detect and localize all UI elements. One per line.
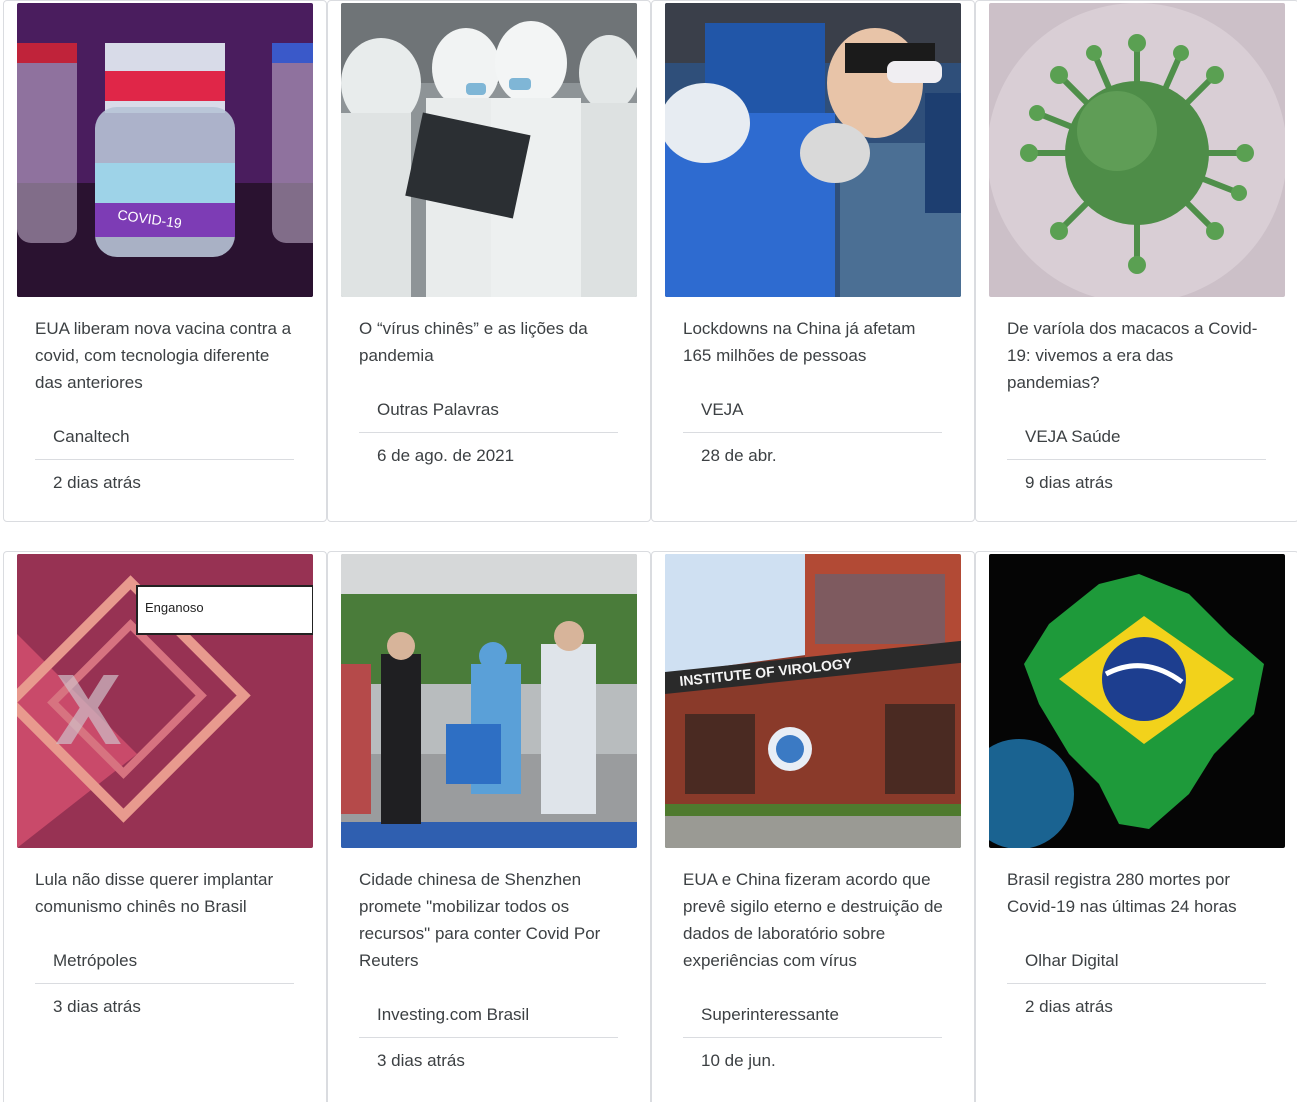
article-meta: VEJA 28 de abr. — [683, 388, 942, 478]
article-meta: Outras Palavras 6 de ago. de 2021 — [359, 388, 618, 478]
article-source: VEJA — [683, 388, 942, 433]
doctors-in-protective-suits-image[interactable] — [341, 3, 637, 297]
news-card[interactable]: COVID-19 EUA liberam nova vacina contra … — [3, 0, 327, 522]
covid-vaccine-vials-image[interactable]: COVID-19 — [17, 3, 313, 297]
article-title[interactable]: Brasil registra 280 mortes por Covid-19 … — [1007, 866, 1269, 920]
article-meta: Canaltech 2 dias atrás — [35, 415, 294, 505]
child-covid-test-image[interactable] — [665, 3, 961, 297]
article-source: Outras Palavras — [359, 388, 618, 433]
article-source: Metrópoles — [35, 939, 294, 984]
news-card[interactable]: Brasil registra 280 mortes por Covid-19 … — [975, 551, 1297, 1102]
article-meta: Metrópoles 3 dias atrás — [35, 939, 294, 1029]
fact-check-enganoso-image[interactable]: X Enganoso — [17, 554, 313, 848]
article-date: 2 dias atrás — [1025, 996, 1113, 1016]
article-meta: Investing.com Brasil 3 dias atrás — [359, 993, 618, 1083]
article-date: 2 dias atrás — [53, 472, 141, 492]
article-meta: Superinteressante 10 de jun. — [683, 993, 942, 1083]
article-source: Olhar Digital — [1007, 939, 1266, 984]
news-card[interactable]: Lockdowns na China já afetam 165 milhões… — [651, 0, 975, 522]
news-card[interactable]: X Enganoso Lula não disse querer implant… — [3, 551, 327, 1102]
brazil-flag-map-image[interactable] — [989, 554, 1285, 848]
article-title[interactable]: Lula não disse querer implantar comunism… — [35, 866, 297, 920]
article-date: 3 dias atrás — [377, 1050, 465, 1070]
news-card[interactable]: INSTITUTE OF VIROLOGY EUA e China fizera… — [651, 551, 975, 1102]
article-date: 3 dias atrás — [53, 996, 141, 1016]
news-card[interactable]: De varíola dos macacos a Covid-19: vivem… — [975, 0, 1297, 522]
article-meta: VEJA Saúde 9 dias atrás — [1007, 415, 1266, 505]
wuhan-institute-image[interactable]: INSTITUTE OF VIROLOGY — [665, 554, 961, 848]
article-title[interactable]: Lockdowns na China já afetam 165 milhões… — [683, 315, 945, 369]
article-date: 10 de jun. — [701, 1050, 776, 1070]
article-source: Canaltech — [35, 415, 294, 460]
article-source: Investing.com Brasil — [359, 993, 618, 1038]
article-date: 6 de ago. de 2021 — [377, 445, 515, 465]
article-title[interactable]: EUA e China fizeram acordo que prevê sig… — [683, 866, 945, 974]
testing-queue-image[interactable] — [341, 554, 637, 848]
green-virus-image[interactable] — [989, 3, 1285, 297]
article-title[interactable]: EUA liberam nova vacina contra a covid, … — [35, 315, 297, 396]
article-title[interactable]: O “vírus chinês” e as lições da pandemia — [359, 315, 621, 369]
article-date: 9 dias atrás — [1025, 472, 1113, 492]
news-card[interactable]: O “vírus chinês” e as lições da pandemia… — [327, 0, 651, 522]
article-source: Superinteressante — [683, 993, 942, 1038]
article-source: VEJA Saúde — [1007, 415, 1266, 460]
news-card[interactable]: Cidade chinesa de Shenzhen promete "mobi… — [327, 551, 651, 1102]
article-meta: Olhar Digital 2 dias atrás — [1007, 939, 1266, 1029]
article-title[interactable]: Cidade chinesa de Shenzhen promete "mobi… — [359, 866, 621, 974]
svg-text:X: X — [55, 654, 122, 766]
article-date: 28 de abr. — [701, 445, 777, 465]
article-title[interactable]: De varíola dos macacos a Covid-19: vivem… — [1007, 315, 1269, 396]
image-label: Enganoso — [145, 600, 204, 615]
